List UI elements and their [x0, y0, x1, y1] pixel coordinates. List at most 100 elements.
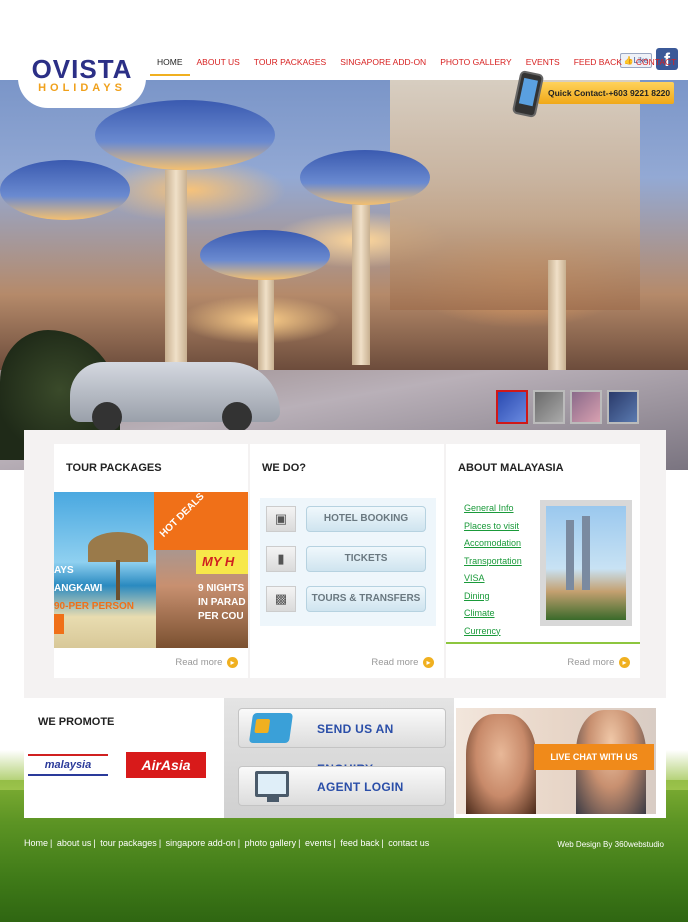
about-malaysia-box: ABOUT MALAYASIA General Info Places to v…: [446, 444, 640, 678]
ticket-icon: ▮: [266, 546, 296, 572]
hero-dome: [200, 230, 330, 280]
nav-tour-packages[interactable]: TOUR PACKAGES: [247, 56, 333, 76]
link-climate[interactable]: Climate: [464, 605, 522, 623]
service-hotel-booking: ▣ HOTEL BOOKING: [266, 504, 432, 534]
we-promote-title: WE PROMOTE: [38, 716, 115, 728]
promo-left-line: 90-PER PERSON: [54, 601, 135, 612]
malaysia-airlines-logo[interactable]: malaysia: [28, 754, 108, 776]
service-tours-transfers: ▩ TOURS & TRANSFERS: [266, 584, 432, 614]
we-do-box: WE DO? ▣ HOTEL BOOKING ▮ TICKETS ▩ TOURS…: [250, 444, 444, 678]
read-more-label: Read more: [175, 657, 223, 668]
link-currency[interactable]: Currency: [464, 623, 522, 641]
footer-link-about-us[interactable]: about us: [57, 838, 92, 848]
hero-pillar: [548, 260, 566, 370]
arrow-right-icon: ▸: [619, 657, 630, 668]
car-icon: ▩: [266, 586, 296, 612]
arrow-right-icon: ▸: [423, 657, 434, 668]
web-design-credit[interactable]: Web Design By 360webstudio: [557, 840, 664, 849]
nav-singapore-add-on[interactable]: SINGAPORE ADD-ON: [333, 56, 433, 76]
live-chat-box: LIVE CHAT WITH US: [456, 708, 656, 814]
content-panel: TOUR PACKAGES HOT DEALS MY H AYS ANGKAWI…: [24, 430, 666, 698]
hero-dome: [300, 150, 430, 205]
hero-car: [70, 362, 280, 432]
action-buttons: SEND US AN ENQUIRY AGENT LOGIN: [224, 698, 454, 818]
bottom-band: WE PROMOTE malaysia AirAsia SEND US AN E…: [24, 698, 666, 818]
airasia-logo[interactable]: AirAsia: [126, 752, 206, 778]
tickets-button[interactable]: TICKETS: [306, 546, 426, 572]
green-divider: [446, 642, 640, 644]
tour-promo-banner[interactable]: HOT DEALS MY H AYS ANGKAWI 90-PER PERSON…: [54, 492, 248, 648]
promo-left-line: AYS: [54, 565, 74, 576]
about-malaysia-title: ABOUT MALAYASIA: [458, 462, 564, 474]
we-do-title: WE DO?: [262, 462, 306, 474]
footer-link-home[interactable]: Home: [24, 838, 48, 848]
promo-right-line: IN PARAD: [198, 597, 246, 608]
malaysia-photo: [540, 500, 632, 626]
tower-left: [566, 520, 574, 590]
nav-contact[interactable]: CONTACT: [629, 56, 683, 76]
footer-link-contact-us[interactable]: contact us: [388, 838, 429, 848]
link-places-to-visit[interactable]: Places to visit: [464, 518, 522, 536]
tour-packages-title: TOUR PACKAGES: [66, 462, 162, 474]
hut-pole: [116, 560, 120, 600]
slider-thumb-2[interactable]: [533, 390, 565, 424]
we-do-read-more[interactable]: Read more ▸: [371, 657, 434, 668]
footer-link-tour-packages[interactable]: tour packages: [100, 838, 157, 848]
hero-dome: [0, 160, 130, 220]
promo-orange-tab: [54, 614, 64, 634]
malaysia-links: General Info Places to visit Accomodatio…: [464, 500, 522, 640]
hero-pillar: [165, 170, 187, 370]
tours-transfers-button[interactable]: TOURS & TRANSFERS: [306, 586, 426, 612]
footer-link-photo-gallery[interactable]: photo gallery: [245, 838, 297, 848]
nav-home[interactable]: HOME: [150, 56, 190, 76]
we-promote-box: WE PROMOTE malaysia AirAsia: [24, 698, 224, 818]
footer-link-events[interactable]: events: [305, 838, 332, 848]
about-malaysia-read-more[interactable]: Read more ▸: [567, 657, 630, 668]
send-enquiry-button[interactable]: SEND US AN ENQUIRY: [238, 708, 446, 776]
footer-link-singapore-add-on[interactable]: singapore add-on: [166, 838, 236, 848]
monitor-icon: [255, 771, 289, 802]
read-more-label: Read more: [371, 657, 419, 668]
hotel-booking-button[interactable]: HOTEL BOOKING: [306, 506, 426, 532]
bed-icon: ▣: [266, 506, 296, 532]
read-more-label: Read more: [567, 657, 615, 668]
link-visa[interactable]: VISA: [464, 570, 522, 588]
arrow-right-icon: ▸: [227, 657, 238, 668]
twin-towers-image: [546, 506, 626, 620]
promo-left-line: ANGKAWI: [54, 583, 103, 594]
hero-pillar: [258, 280, 274, 370]
hero-building: [390, 80, 640, 310]
hero-dome: [95, 100, 275, 170]
link-general-info[interactable]: General Info: [464, 500, 522, 518]
beach-hut: [88, 532, 148, 562]
link-dining[interactable]: Dining: [464, 588, 522, 606]
nav-about-us[interactable]: ABOUT US: [190, 56, 247, 76]
slider-thumbnails: [496, 390, 639, 424]
services-panel: ▣ HOTEL BOOKING ▮ TICKETS ▩ TOURS & TRAN…: [260, 498, 436, 626]
promo-right-title: MY H: [196, 550, 248, 574]
footer-links: Home | about us | tour packages | singapore…: [24, 838, 430, 848]
envelope-icon: [248, 713, 294, 743]
service-tickets: ▮ TICKETS: [266, 544, 432, 574]
link-transportation[interactable]: Transportation: [464, 553, 522, 571]
tower-right: [582, 516, 590, 590]
slider-thumb-3[interactable]: [570, 390, 602, 424]
agent-login-label: AGENT LOGIN: [317, 780, 404, 794]
footer-link-feed-back[interactable]: feed back: [340, 838, 379, 848]
agent-login-button[interactable]: AGENT LOGIN: [238, 766, 446, 806]
tour-packages-box: TOUR PACKAGES HOT DEALS MY H AYS ANGKAWI…: [54, 444, 248, 678]
promo-right-line: 9 NIGHTS: [198, 583, 245, 594]
support-agent-photo: [466, 714, 536, 814]
tour-packages-read-more[interactable]: Read more ▸: [175, 657, 238, 668]
promo-right-line: PER COU: [198, 611, 244, 622]
live-chat-button[interactable]: LIVE CHAT WITH US: [534, 744, 654, 770]
hero-pillar: [352, 205, 370, 365]
link-accomodation[interactable]: Accomodation: [464, 535, 522, 553]
logo-brand: OVISTA: [31, 54, 133, 84]
quick-contact[interactable]: Quick Contact-+603 9221 8220: [538, 82, 674, 104]
nav-feed-back[interactable]: FEED BACK: [567, 56, 629, 76]
nav-photo-gallery[interactable]: PHOTO GALLERY: [433, 56, 519, 76]
site-logo[interactable]: OVISTA HOLIDAYS: [18, 48, 146, 108]
slider-thumb-1[interactable]: [496, 390, 528, 424]
slider-thumb-4[interactable]: [607, 390, 639, 424]
